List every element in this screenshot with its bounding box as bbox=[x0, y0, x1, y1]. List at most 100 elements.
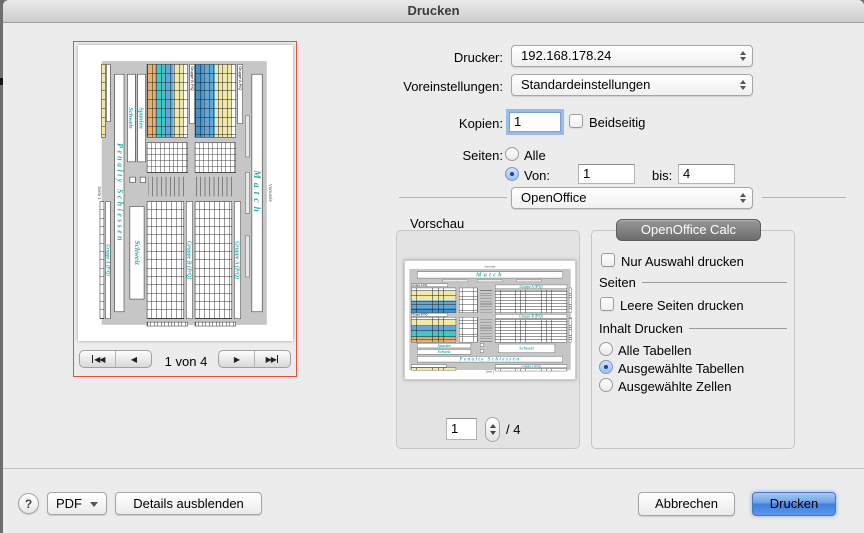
results-grid bbox=[147, 201, 184, 319]
empty-pages-checkbox[interactable] bbox=[600, 297, 614, 311]
group-b-band: Gruppe B P/Q Gruppe B (P/Q) bbox=[411, 313, 570, 342]
info-bar bbox=[516, 279, 542, 282]
pdf-menu-button[interactable]: PDF bbox=[47, 492, 107, 515]
score-grid bbox=[147, 143, 188, 173]
group-a-label: Gruppe A (P/Q) bbox=[495, 285, 567, 289]
document-footer-text: Seite 1 bbox=[408, 370, 572, 373]
vorschau-page-input[interactable]: 1 bbox=[446, 418, 477, 440]
group-a-table-header: Gruppe A P/Q bbox=[237, 64, 242, 124]
hide-details-button[interactable]: Details ausblenden bbox=[115, 492, 262, 515]
last-page-button[interactable]: ▶▶ bbox=[254, 351, 290, 367]
document-header-text: Vorrunde bbox=[268, 59, 273, 327]
content-section-header: Inhalt Drucken bbox=[599, 321, 787, 336]
print-button[interactable]: Drucken bbox=[752, 492, 836, 516]
team-box-schweiz: Schweiz bbox=[127, 74, 135, 162]
team-box-schweiz-large: Schweiz bbox=[498, 344, 555, 353]
selected-cells-label: Ausgewählte Zellen bbox=[618, 379, 731, 394]
pages-from-input[interactable]: 1 bbox=[578, 164, 635, 184]
partial-group-label: Gruppe A (P/Q) bbox=[105, 201, 110, 319]
pages-to-input[interactable]: 4 bbox=[678, 164, 735, 184]
edge-cells bbox=[147, 322, 188, 326]
presets-label: Voreinstellungen: bbox=[360, 79, 503, 94]
info-bar bbox=[245, 116, 249, 158]
edge-cells bbox=[569, 317, 572, 342]
document-preview-rotated: Vorrunde Match Gruppe A P/Q Gruppe A (P/… bbox=[97, 59, 273, 327]
seiten-section-label: Seiten bbox=[599, 275, 636, 290]
document-header-text: Vorrunde bbox=[408, 265, 572, 268]
selected-tables-label: Ausgewählte Tabellen bbox=[618, 361, 744, 376]
dropdown-arrow-icon bbox=[90, 502, 98, 507]
group-b-table-header: Gruppe B P/Q bbox=[189, 64, 194, 124]
group-b-table-header: Gruppe B P/Q bbox=[411, 313, 448, 316]
footer-separator bbox=[3, 468, 864, 469]
help-button[interactable]: ? bbox=[18, 493, 39, 514]
selected-tables-radio[interactable] bbox=[599, 360, 613, 374]
content-section-label: Inhalt Drucken bbox=[599, 321, 683, 336]
copies-input[interactable]: 1 bbox=[509, 112, 561, 132]
results-grid bbox=[195, 201, 232, 319]
next-page-button[interactable]: ▶ bbox=[219, 351, 254, 367]
updown-arrows-icon bbox=[740, 51, 746, 61]
team-box-schweiz-large: Schweiz bbox=[130, 206, 145, 299]
pages-all-radio[interactable] bbox=[505, 147, 519, 161]
vorschau-label: Vorschau bbox=[410, 216, 464, 231]
selected-cells-radio[interactable] bbox=[599, 378, 613, 392]
pdf-menu-label: PDF bbox=[56, 496, 82, 511]
presets-select[interactable]: Standardeinstellungen bbox=[511, 74, 753, 96]
all-tables-label: Alle Tabellen bbox=[618, 343, 691, 358]
small-cell bbox=[130, 177, 136, 183]
results-grid bbox=[495, 320, 567, 343]
score-grid bbox=[195, 143, 236, 173]
match-title: Match bbox=[252, 74, 263, 312]
info-bar bbox=[443, 279, 469, 282]
duplex-checkbox[interactable] bbox=[569, 114, 583, 128]
penalty-title: Penalty Schiessen bbox=[114, 74, 124, 312]
group-a-label: Gruppe A (P/Q) bbox=[234, 201, 241, 319]
pages-to-label: bis: bbox=[652, 168, 672, 183]
group-a-band: Gruppe A P/Q Gruppe A (P/Q) bbox=[411, 284, 570, 313]
name-list bbox=[196, 177, 235, 197]
document-preview-mini: Vorrunde Match Gruppe A P/Q Gruppe A (P/… bbox=[408, 265, 572, 373]
name-list bbox=[480, 318, 492, 342]
app-options-select[interactable]: OpenOffice bbox=[511, 187, 753, 209]
partial-header bbox=[106, 64, 110, 122]
match-title: Match bbox=[417, 272, 563, 279]
seiten-section-header: Seiten bbox=[599, 275, 787, 290]
updown-arrows-icon bbox=[740, 80, 746, 90]
small-cell bbox=[480, 343, 484, 347]
cancel-button[interactable]: Abbrechen bbox=[638, 492, 735, 516]
group-b-label: Gruppe B (P/Q) bbox=[186, 201, 193, 319]
edge-cells bbox=[569, 288, 572, 313]
pages-label: Seiten: bbox=[380, 148, 503, 163]
small-cell bbox=[140, 177, 146, 183]
group-a-band: Gruppe A P/Q Gruppe A (P/Q) bbox=[196, 64, 243, 324]
partial-yellow-row bbox=[101, 64, 105, 138]
presets-select-value: Standardeinstellungen bbox=[521, 77, 650, 92]
preview-nav-forward-group: ▶ ▶▶ bbox=[218, 350, 291, 368]
calc-panel-tab[interactable]: OpenOffice Calc bbox=[616, 219, 761, 241]
info-bar bbox=[245, 236, 249, 278]
preview-page-sheet: Vorrunde Match Gruppe A P/Q Gruppe A (P/… bbox=[78, 45, 293, 341]
window-title: Drucken bbox=[3, 0, 864, 22]
group-a-table-header: Gruppe A P/Q bbox=[411, 284, 448, 287]
page-preview-pane: Vorrunde Match Gruppe A P/Q Gruppe A (P/… bbox=[73, 41, 297, 377]
calc-options-panel: Nur Auswahl drucken Seiten Leere Seiten … bbox=[591, 230, 795, 449]
vorschau-page-stepper[interactable] bbox=[485, 417, 500, 442]
only-selection-checkbox[interactable] bbox=[601, 253, 615, 267]
partial-group-label: Gruppe A (P/Q) bbox=[495, 365, 567, 368]
group-b-color-rows bbox=[147, 64, 188, 138]
group-b-color-rows bbox=[411, 317, 456, 342]
vorschau-page-total: / 4 bbox=[506, 422, 520, 437]
screen-edge-artifact bbox=[0, 78, 3, 85]
empty-pages-label: Leere Seiten drucken bbox=[620, 298, 744, 313]
group-a-color-rows bbox=[411, 288, 456, 313]
all-tables-radio[interactable] bbox=[599, 342, 613, 356]
print-dialog: Drucken Vorrunde Match Gruppe A P/Q Grup… bbox=[0, 0, 864, 533]
name-list bbox=[148, 177, 187, 197]
team-box-spanien: Spanien bbox=[417, 343, 471, 348]
pages-from-radio[interactable] bbox=[505, 167, 519, 181]
copies-label: Kopien: bbox=[380, 116, 503, 131]
printer-select[interactable]: 192.168.178.24 bbox=[511, 45, 753, 67]
app-options-value: OpenOffice bbox=[521, 190, 587, 205]
penalty-title: Penalty Schiessen bbox=[417, 356, 563, 362]
